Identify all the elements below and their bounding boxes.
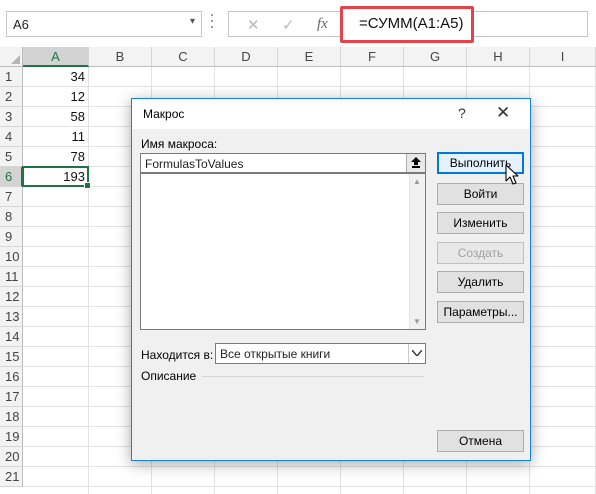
column-header-f[interactable]: F: [341, 47, 404, 67]
column-header-b[interactable]: B: [89, 47, 152, 67]
upload-arrow-icon: [411, 157, 421, 168]
description-divider: [202, 376, 424, 377]
location-value: Все открытые книги: [220, 347, 331, 361]
check-icon[interactable]: ✓: [282, 16, 295, 34]
column-header-h[interactable]: H: [467, 47, 530, 67]
cell-a5[interactable]: 78: [23, 147, 85, 167]
row-header-10[interactable]: 10: [0, 247, 23, 267]
row-header-11[interactable]: 11: [0, 267, 23, 287]
close-icon[interactable]: ✕: [496, 103, 510, 123]
location-label: Находится в:: [141, 348, 214, 362]
collapse-dialog-button[interactable]: [406, 154, 425, 172]
row-header-18[interactable]: 18: [0, 407, 23, 427]
macro-name-value: FormulasToValues: [145, 157, 244, 171]
row-header-16[interactable]: 16: [0, 367, 23, 387]
row-header-14[interactable]: 14: [0, 327, 23, 347]
macro-list-scrollbar[interactable]: ▲ ▼: [409, 174, 425, 329]
macro-dialog: Макрос ? ✕ Имя макроса: FormulasToValues…: [131, 98, 531, 461]
edit-button[interactable]: Изменить: [437, 212, 524, 234]
row-gridline: [23, 86, 596, 87]
step-into-button-label: Войти: [463, 187, 498, 201]
location-select[interactable]: Все открытые книги: [215, 343, 426, 364]
row-header-9[interactable]: 9: [0, 227, 23, 247]
scroll-down-icon[interactable]: ▼: [413, 317, 421, 326]
column-gridline: [88, 67, 89, 494]
column-header-g[interactable]: G: [404, 47, 467, 67]
row-header-4[interactable]: 4: [0, 127, 23, 147]
step-into-button[interactable]: Войти: [437, 183, 524, 205]
row-header-21[interactable]: 21: [0, 467, 23, 487]
options-button-label: Параметры...: [443, 305, 518, 319]
run-button-label: Выполнить: [449, 156, 512, 170]
row-header-19[interactable]: 19: [0, 427, 23, 447]
macro-name-label: Имя макроса:: [141, 137, 218, 151]
name-box-value: A6: [13, 17, 29, 32]
row-header-17[interactable]: 17: [0, 387, 23, 407]
row-header-6[interactable]: 6: [0, 167, 23, 187]
formula-input[interactable]: =СУММ(A1:A5): [340, 6, 474, 43]
row-header-3[interactable]: 3: [0, 107, 23, 127]
column-header-a[interactable]: A: [23, 47, 89, 67]
row-header-7[interactable]: 7: [0, 187, 23, 207]
cancel-button-label: Отмена: [458, 434, 503, 448]
row-header-5[interactable]: 5: [0, 147, 23, 167]
chevron-down-icon[interactable]: [408, 344, 425, 363]
mouse-pointer-icon: [505, 164, 519, 185]
row-gridline: [23, 486, 596, 487]
row-gridline: [23, 466, 596, 467]
insert-function-icon[interactable]: fx: [317, 16, 328, 33]
row-header-15[interactable]: 15: [0, 347, 23, 367]
row-header-1[interactable]: 1: [0, 67, 23, 87]
create-button: Создать: [437, 242, 524, 264]
options-button[interactable]: Параметры...: [437, 301, 524, 323]
cancel-button[interactable]: Отмена: [437, 430, 524, 452]
dialog-title: Макрос: [143, 107, 185, 121]
help-icon[interactable]: ?: [458, 105, 466, 121]
row-header-2[interactable]: 2: [0, 87, 23, 107]
scroll-up-icon[interactable]: ▲: [413, 177, 421, 186]
description-label: Описание: [141, 369, 197, 383]
macro-list[interactable]: ▲ ▼: [140, 173, 426, 330]
row-header-8[interactable]: 8: [0, 207, 23, 227]
column-header-e[interactable]: E: [278, 47, 341, 67]
dialog-title-bar: Макрос ? ✕: [132, 99, 530, 129]
cell-a1[interactable]: 34: [23, 67, 85, 87]
cell-a3[interactable]: 58: [23, 107, 85, 127]
name-box[interactable]: A6 ▾: [6, 11, 202, 37]
row-header-20[interactable]: 20: [0, 447, 23, 467]
macro-name-input[interactable]: FormulasToValues: [140, 153, 426, 173]
formula-bar-area: A6 ▾ ✕ ✓ fx =СУММ(A1:A5): [0, 0, 596, 47]
selected-cell-border: [22, 166, 91, 189]
delete-button-label: Удалить: [457, 275, 504, 289]
select-all-corner[interactable]: [0, 47, 23, 67]
column-header-c[interactable]: C: [152, 47, 215, 67]
column-header-i[interactable]: I: [530, 47, 596, 67]
cancel-icon[interactable]: ✕: [247, 16, 260, 34]
delete-button[interactable]: Удалить: [437, 271, 524, 293]
create-button-label: Создать: [457, 246, 504, 260]
formula-text: =СУММ(A1:A5): [359, 15, 464, 32]
chevron-down-icon[interactable]: ▾: [190, 16, 195, 27]
row-header-13[interactable]: 13: [0, 307, 23, 327]
edit-button-label: Изменить: [453, 216, 508, 230]
row-header-12[interactable]: 12: [0, 287, 23, 307]
separator-grip-icon[interactable]: [211, 14, 214, 34]
cell-a4[interactable]: 11: [23, 127, 86, 147]
cell-a2[interactable]: 12: [23, 87, 85, 107]
column-header-d[interactable]: D: [215, 47, 278, 67]
